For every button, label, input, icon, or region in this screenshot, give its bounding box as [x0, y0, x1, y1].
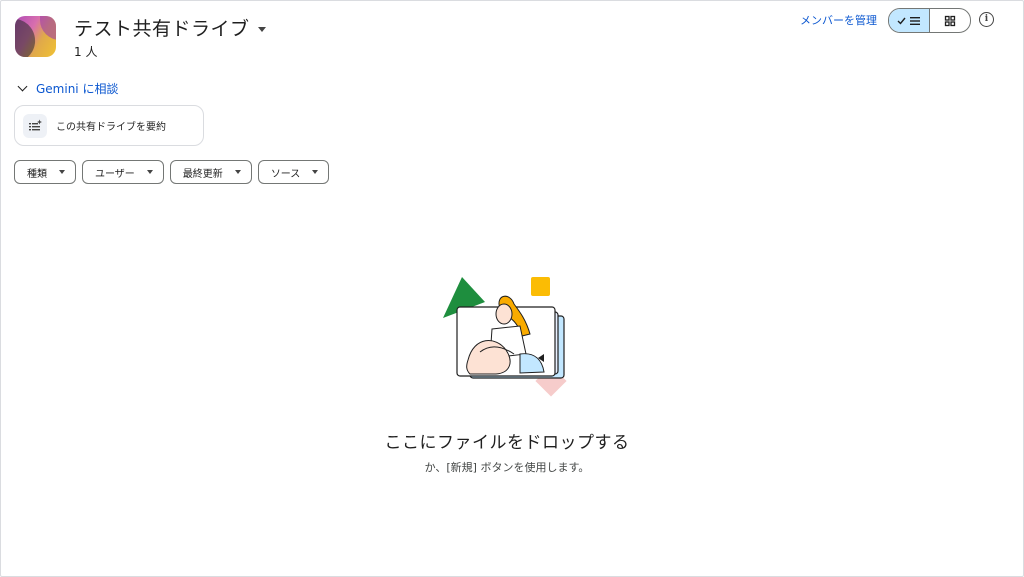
page-title: テスト共有ドライブ: [74, 18, 250, 40]
view-toggle: [888, 8, 971, 33]
gemini-label: Gemini に相談: [36, 82, 119, 96]
caret-down-icon: [312, 170, 319, 174]
summarize-icon: [23, 113, 47, 138]
empty-state-subtitle: か、[新規] ボタンを使用します。: [424, 461, 590, 474]
filter-type[interactable]: 種類: [14, 160, 76, 184]
list-view-icon: [897, 16, 920, 25]
caret-down-icon: [257, 26, 266, 32]
info-icon[interactable]: i: [979, 12, 994, 27]
empty-state-title: ここにファイルをドロップする: [384, 433, 630, 453]
summarize-label: この共有ドライブを要約: [56, 122, 166, 133]
filter-user[interactable]: ユーザー: [82, 160, 164, 184]
filter-type-label: 種類: [27, 168, 47, 180]
caret-down-icon: [234, 170, 241, 174]
list-view-button[interactable]: [889, 9, 930, 32]
drive-title-button[interactable]: テスト共有ドライブ: [74, 14, 266, 41]
filter-modified-label: 最終更新: [182, 168, 223, 180]
filter-source-label: ソース: [270, 168, 301, 180]
grid-view-button[interactable]: [930, 9, 970, 32]
gemini-toggle[interactable]: Gemini に相談: [17, 80, 118, 97]
grid-view-icon: [944, 15, 956, 26]
drive-avatar: [15, 16, 56, 57]
filter-bar: 種類 ユーザー 最終更新 ソース: [14, 160, 330, 184]
manage-members-button[interactable]: メンバーを管理: [800, 12, 877, 28]
caret-down-icon: [59, 170, 65, 174]
empty-state-illustration: [443, 277, 567, 397]
filter-source[interactable]: ソース: [257, 160, 330, 184]
filter-user-label: ユーザー: [95, 168, 135, 180]
member-count[interactable]: 1 人: [74, 43, 97, 60]
filter-modified[interactable]: 最終更新: [169, 160, 252, 184]
chevron-down-icon: [17, 81, 28, 92]
caret-down-icon: [146, 170, 153, 174]
summarize-drive-button[interactable]: この共有ドライブを要約: [14, 105, 204, 146]
